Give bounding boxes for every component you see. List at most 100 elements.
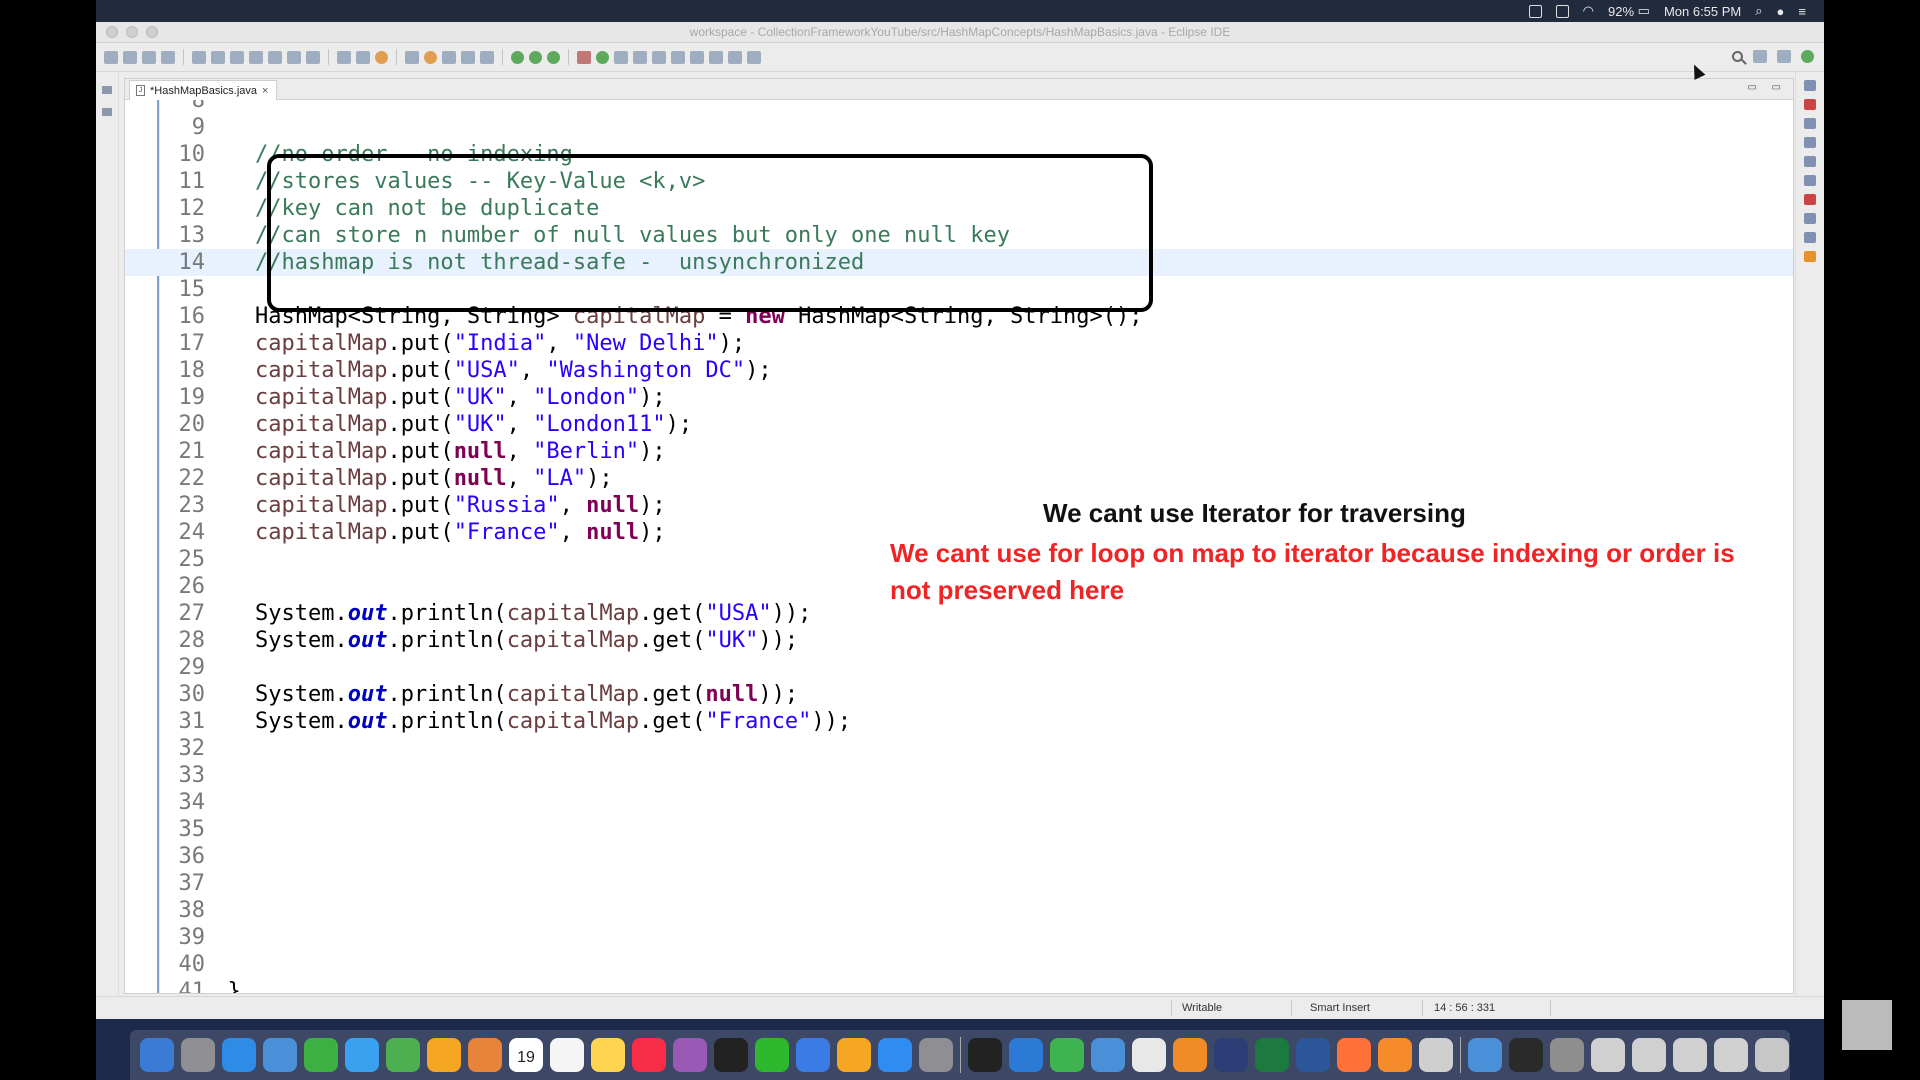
plugin-icon[interactable] [1804, 251, 1816, 262]
restore-icon[interactable] [1804, 80, 1816, 91]
code-line[interactable]: 21 capitalMap.put(null, "Berlin"); [125, 438, 1793, 465]
code-line[interactable]: 37 [125, 870, 1793, 897]
folder1-icon[interactable] [1468, 1038, 1502, 1072]
search-icon[interactable] [1732, 51, 1743, 62]
calendar-icon[interactable]: 19 [509, 1038, 543, 1072]
forward-icon[interactable] [728, 50, 742, 64]
maps-icon[interactable] [386, 1038, 420, 1072]
code-line[interactable]: 32 [125, 735, 1793, 762]
save-icon[interactable] [123, 50, 137, 64]
debug-icon[interactable] [511, 50, 524, 64]
code-line[interactable]: 31 System.out.println(capitalMap.get("Fra… [125, 708, 1793, 735]
finder-icon[interactable] [140, 1038, 174, 1072]
code-line[interactable]: 40 [125, 951, 1793, 978]
paragraph-icon[interactable] [480, 50, 494, 64]
debug-view-icon[interactable] [1804, 213, 1816, 224]
word-icon[interactable] [1296, 1038, 1330, 1072]
highlight-icon[interactable] [424, 50, 437, 64]
code-line[interactable]: 20 capitalMap.put("UK", "London11"); [125, 411, 1793, 438]
save-all-icon[interactable] [142, 50, 156, 64]
restore-icon[interactable] [102, 86, 112, 94]
spotlight-icon[interactable]: ⌕ [1755, 3, 1762, 19]
open-task-icon[interactable] [337, 50, 351, 64]
step-over-icon[interactable] [287, 50, 301, 64]
eclipse-icon[interactable] [1214, 1038, 1248, 1072]
pages-icon[interactable] [837, 1038, 871, 1072]
preview-icon[interactable] [263, 1038, 297, 1072]
adobe-icon[interactable] [1555, 4, 1569, 18]
code-line[interactable]: 29 [125, 654, 1793, 681]
folder3-icon[interactable] [1550, 1038, 1584, 1072]
terminal-icon[interactable] [968, 1038, 1002, 1072]
code-line[interactable]: 22 capitalMap.put(null, "LA"); [125, 465, 1793, 492]
toggle-mark-icon[interactable] [356, 50, 370, 64]
code-line[interactable]: 41 } [125, 978, 1793, 993]
podcasts-icon[interactable] [673, 1038, 707, 1072]
prev-annotation-icon[interactable] [671, 50, 685, 64]
facetime-icon[interactable] [304, 1038, 338, 1072]
resume-icon[interactable] [192, 50, 206, 64]
chrome-icon[interactable] [1132, 1038, 1166, 1072]
javadoc-icon[interactable] [1804, 194, 1816, 205]
pin-icon[interactable] [405, 50, 419, 64]
excel-icon[interactable] [1255, 1038, 1289, 1072]
code-line[interactable]: 34 [125, 789, 1793, 816]
run-icon[interactable] [529, 50, 542, 64]
last-edit-icon[interactable] [690, 50, 704, 64]
launchpad-icon[interactable] [181, 1038, 215, 1072]
code-line[interactable]: 9 [125, 114, 1793, 141]
code-line[interactable]: 18 capitalMap.put("USA", "Washington DC")… [125, 357, 1793, 384]
search-toolbar-icon[interactable] [633, 50, 647, 64]
problems-icon[interactable] [1804, 137, 1816, 148]
folder6-icon[interactable] [1673, 1038, 1707, 1072]
keynote-icon[interactable] [796, 1038, 830, 1072]
menu-list-icon[interactable]: ≡ [1798, 4, 1806, 19]
screenshot-icon[interactable] [1091, 1038, 1125, 1072]
reminders-icon[interactable] [550, 1038, 584, 1072]
clion-icon[interactable] [1050, 1038, 1084, 1072]
user-icon[interactable]: ● [1777, 4, 1785, 19]
code-line[interactable]: 28 System.out.println(capitalMap.get("UK"… [125, 627, 1793, 654]
code-line[interactable]: 35 [125, 816, 1793, 843]
messages-icon[interactable] [345, 1038, 379, 1072]
safari-icon[interactable] [222, 1038, 256, 1072]
back-icon[interactable] [709, 50, 723, 64]
app-store-icon[interactable] [878, 1038, 912, 1072]
next-annotation-icon[interactable] [652, 50, 666, 64]
properties-icon[interactable] [161, 50, 175, 64]
code-line[interactable]: 30 System.out.println(capitalMap.get(null… [125, 681, 1793, 708]
tab-hashmapbasics[interactable]: J *HashMapBasics.java × [129, 80, 278, 100]
code-line[interactable]: 17 capitalMap.put("India", "New Delhi"); [125, 330, 1793, 357]
outline-icon[interactable] [1804, 99, 1816, 110]
editor-minmax[interactable]: ▭ ▭ [1747, 82, 1787, 93]
sublime-icon[interactable] [1173, 1038, 1207, 1072]
new-icon[interactable] [104, 50, 118, 64]
pixelmator-icon[interactable] [1419, 1038, 1453, 1072]
code-line[interactable]: 38 [125, 897, 1793, 924]
vscode-icon[interactable] [1009, 1038, 1043, 1072]
window-icon[interactable] [1528, 4, 1542, 18]
trash-icon[interactable] [1755, 1038, 1789, 1072]
tv-icon[interactable] [714, 1038, 748, 1072]
block-select-icon[interactable] [442, 50, 456, 64]
declaration-icon[interactable] [1804, 175, 1816, 186]
close-tab-icon[interactable]: × [262, 85, 268, 97]
status-cursor-position[interactable]: 14 : 56 : 331 [1434, 1002, 1495, 1014]
package-explorer-icon[interactable] [102, 108, 112, 116]
firefox-icon[interactable] [1337, 1038, 1371, 1072]
books-icon[interactable] [468, 1038, 502, 1072]
code-line[interactable]: 36 [125, 843, 1793, 870]
folder2-icon[interactable] [1509, 1038, 1543, 1072]
code-line[interactable]: 8 [125, 100, 1793, 114]
open-type-icon[interactable] [614, 50, 628, 64]
coverage-icon[interactable] [547, 50, 560, 64]
notes-icon[interactable] [591, 1038, 625, 1072]
pin-editor-icon[interactable] [747, 50, 761, 64]
disconnect-icon[interactable] [249, 50, 263, 64]
battery-indicator[interactable]: 92% ▭ [1608, 3, 1650, 19]
clock[interactable]: Mon 6:55 PM [1664, 4, 1741, 19]
console-icon[interactable] [1804, 156, 1816, 167]
step-return-icon[interactable] [306, 50, 320, 64]
folder5-icon[interactable] [1632, 1038, 1666, 1072]
folder4-icon[interactable] [1591, 1038, 1625, 1072]
